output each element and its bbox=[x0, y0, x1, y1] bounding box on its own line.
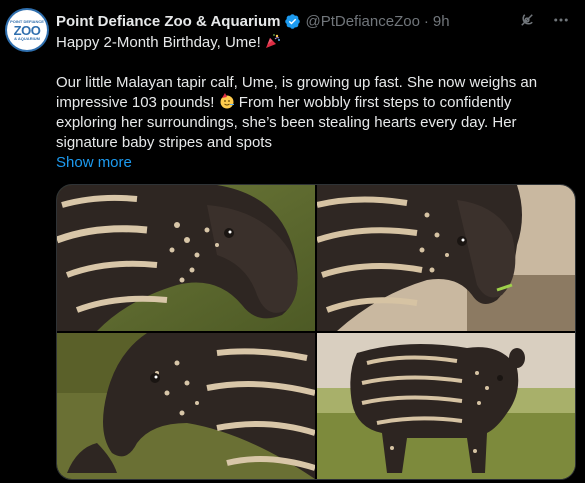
more-icon[interactable] bbox=[551, 10, 571, 30]
tweet-line-1: Happy 2-Month Birthday, Ume! bbox=[56, 33, 576, 53]
logo-main-text: ZOO bbox=[13, 22, 41, 38]
tweet-actions bbox=[517, 10, 571, 30]
tweet[interactable]: POINT DEFIANCE ZOO & AQUARIUM Point Defi… bbox=[0, 0, 585, 483]
media-grid bbox=[56, 184, 576, 480]
party-popper-emoji bbox=[265, 34, 280, 48]
account-handle[interactable]: @PtDefianceZoo bbox=[305, 13, 419, 30]
logo-bottom-text: & AQUARIUM bbox=[14, 35, 40, 41]
show-more-link[interactable]: Show more bbox=[56, 154, 132, 171]
tapir-calf-photo-1[interactable] bbox=[57, 185, 315, 331]
verified-badge-icon bbox=[285, 13, 301, 29]
tapir-calf-photo-4[interactable] bbox=[317, 333, 575, 479]
separator-dot: · bbox=[423, 12, 429, 30]
tweet-paragraph: Our little Malayan tapir calf, Ume, is g… bbox=[56, 73, 576, 153]
tweet-text: Happy 2-Month Birthday, Ume! Our little … bbox=[56, 33, 576, 173]
tapir-calf-photo-3[interactable] bbox=[57, 333, 315, 479]
tweet-header: Point Defiance Zoo & Aquarium @PtDefianc… bbox=[56, 10, 450, 32]
timestamp[interactable]: 9h bbox=[433, 13, 450, 30]
tapir-calf-photo-2[interactable] bbox=[317, 185, 575, 331]
birthday-line: Happy 2-Month Birthday, Ume! bbox=[56, 34, 261, 51]
display-name[interactable]: Point Defiance Zoo & Aquarium bbox=[56, 13, 280, 30]
grok-icon[interactable] bbox=[517, 10, 537, 30]
avatar[interactable]: POINT DEFIANCE ZOO & AQUARIUM bbox=[5, 8, 49, 52]
partying-face-emoji bbox=[220, 93, 234, 109]
zoo-logo: POINT DEFIANCE ZOO & AQUARIUM bbox=[7, 10, 47, 50]
